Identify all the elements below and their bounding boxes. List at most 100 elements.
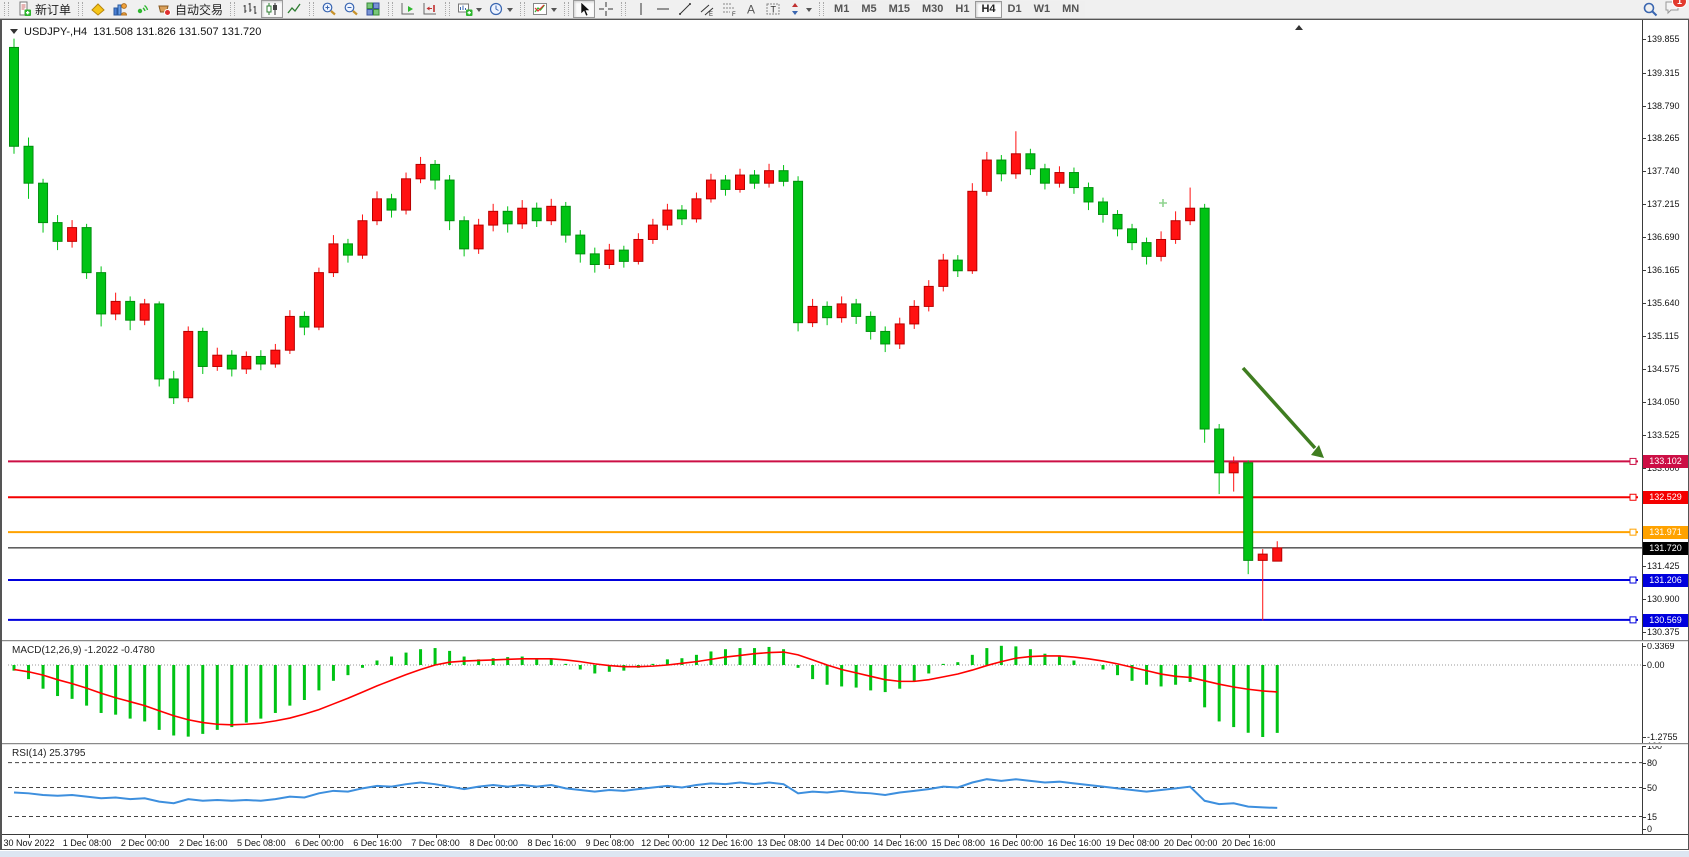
candle-body	[968, 191, 977, 270]
time-tick-label: 14 Dec 00:00	[815, 838, 869, 848]
candle-body	[866, 316, 875, 331]
timeframe-button-m1[interactable]: M1	[828, 1, 855, 18]
price-tick-label: 137.740	[1647, 166, 1680, 176]
autotrading-button[interactable]: 自动交易	[153, 0, 226, 18]
fibonacci-button[interactable]: F	[718, 0, 740, 18]
arrows-button[interactable]	[784, 0, 815, 18]
time-tick-label: 16 Dec 00:00	[990, 838, 1044, 848]
level-line-handle[interactable]	[1630, 617, 1636, 623]
time-tick-label: 9 Dec 08:00	[586, 838, 635, 848]
macd-pane[interactable]	[8, 643, 1642, 743]
tile-windows-button[interactable]	[362, 0, 384, 18]
time-tick-label: 30 Nov 2022	[3, 838, 54, 848]
zoom-out-button[interactable]	[340, 0, 362, 18]
price-tick-label: 15	[1647, 812, 1657, 822]
search-icon	[1642, 1, 1658, 17]
candle-body	[750, 175, 759, 183]
time-tick-label: 7 Dec 08:00	[411, 838, 460, 848]
candle-body	[155, 304, 164, 379]
candle-body	[794, 181, 803, 322]
signals-icon	[134, 1, 150, 17]
level-line-handle[interactable]	[1630, 577, 1636, 583]
candle-body	[997, 160, 1006, 174]
candle-body	[837, 304, 846, 318]
equidistant-channel-button[interactable]: E	[696, 0, 718, 18]
price-tick-label: 138.265	[1647, 133, 1680, 143]
candle-body	[1011, 154, 1020, 174]
metaeditor-button[interactable]	[87, 0, 109, 18]
market-watch-button[interactable]	[109, 0, 131, 18]
text-label-button[interactable]: T	[762, 0, 784, 18]
chart-dropdown-icon[interactable]	[10, 29, 18, 38]
candlestick-chart-button[interactable]	[261, 0, 283, 18]
vertical-line-icon	[633, 1, 649, 17]
auto-scroll-button[interactable]	[397, 0, 419, 18]
price-tick-label: 139.315	[1647, 68, 1680, 78]
pane-separator-rsi[interactable]	[1, 743, 1688, 746]
timeframe-button-m15[interactable]: M15	[883, 1, 916, 18]
price-level-badge: 130.569	[1643, 614, 1688, 627]
candle-body	[474, 225, 483, 249]
candle-body	[1215, 429, 1224, 473]
axis-tick-mark	[1642, 737, 1646, 738]
chat-notification-badge: 1	[1672, 0, 1687, 8]
bar-chart-button[interactable]	[239, 0, 261, 18]
candle-body	[489, 211, 498, 225]
rsi-pane[interactable]	[8, 746, 1642, 834]
time-tick-label: 8 Dec 16:00	[527, 838, 576, 848]
candle-body	[1258, 554, 1267, 560]
price-tick-label: 130.375	[1647, 627, 1680, 637]
timeframe-button-h4[interactable]: H4	[975, 1, 1001, 18]
new-chart-button[interactable]	[454, 0, 485, 18]
search-button[interactable]	[1639, 0, 1661, 18]
status-strip	[0, 851, 1689, 857]
candle-body	[677, 210, 686, 219]
candle-body	[982, 160, 991, 191]
new-order-button[interactable]: 新订单	[13, 0, 74, 18]
svg-text:T: T	[771, 5, 777, 15]
zoom-in-button[interactable]	[318, 0, 340, 18]
crosshair-button[interactable]	[595, 0, 617, 18]
axis-tick-mark	[1642, 303, 1646, 304]
price-level-badge: 131.206	[1643, 574, 1688, 587]
indicators-button[interactable]	[529, 0, 560, 18]
text-button[interactable]: A	[740, 0, 762, 18]
signals-button[interactable]	[131, 0, 153, 18]
plus-marker-icon[interactable]	[1159, 199, 1167, 207]
cursor-button[interactable]	[573, 0, 595, 18]
timeframe-button-m30[interactable]: M30	[916, 1, 949, 18]
candle-body	[169, 379, 178, 398]
candle-body	[460, 221, 469, 249]
periods-button[interactable]	[485, 0, 516, 18]
timeframe-button-w1[interactable]: W1	[1028, 1, 1057, 18]
timeframe-button-h1[interactable]: H1	[949, 1, 975, 18]
candle-body	[1113, 214, 1122, 228]
candle-body	[1040, 169, 1049, 183]
level-line-handle[interactable]	[1630, 529, 1636, 535]
timeframe-button-m5[interactable]: M5	[855, 1, 882, 18]
candle-body	[271, 350, 280, 364]
horizontal-line-button[interactable]	[652, 0, 674, 18]
annotation-arrow[interactable]	[1243, 368, 1315, 448]
pane-separator-macd[interactable]	[1, 640, 1688, 643]
timeframe-button-d1[interactable]: D1	[1002, 1, 1028, 18]
main-price-pane[interactable]	[8, 22, 1642, 640]
price-tick-label: 139.855	[1647, 34, 1680, 44]
price-tick-label: 136.690	[1647, 232, 1680, 242]
trendline-button[interactable]	[674, 0, 696, 18]
line-chart-icon	[286, 1, 302, 17]
candle-body	[518, 208, 527, 224]
axis-tick-mark	[1642, 646, 1646, 647]
vertical-line-button[interactable]	[630, 0, 652, 18]
level-line-handle[interactable]	[1630, 458, 1636, 464]
chart-shift-button[interactable]	[419, 0, 441, 18]
candle-body	[68, 228, 77, 242]
level-line-handle[interactable]	[1630, 494, 1636, 500]
time-tick-label: 5 Dec 08:00	[237, 838, 286, 848]
line-chart-button[interactable]	[283, 0, 305, 18]
zoom-out-icon	[343, 1, 359, 17]
timeframe-button-mn[interactable]: MN	[1056, 1, 1085, 18]
price-level-badge: 133.102	[1643, 455, 1688, 468]
price-tick-label: 137.215	[1647, 199, 1680, 209]
candle-body	[1171, 221, 1180, 240]
